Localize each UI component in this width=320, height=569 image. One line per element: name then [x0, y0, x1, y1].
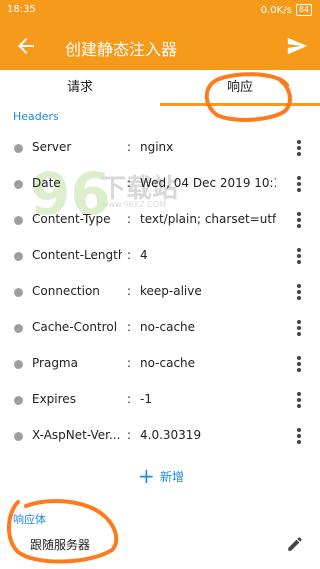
header-row[interactable]: Expires : -1 — [0, 382, 320, 418]
response-body-row[interactable]: 跟随服务器 — [0, 528, 320, 562]
network-speed: 0.0K/s — [260, 4, 292, 16]
header-key: Cache-Control — [32, 320, 118, 334]
separator: : — [127, 212, 132, 226]
header-row[interactable]: Content-Type : text/plain; charset=utf-8 — [0, 202, 320, 238]
more-vert-icon[interactable] — [296, 211, 302, 229]
header-key: Server — [32, 140, 72, 154]
response-body-section-label: 响应体 — [13, 513, 46, 526]
add-header-button[interactable]: + 新增 — [0, 458, 320, 494]
header-row[interactable]: Server : nginx — [0, 130, 320, 166]
more-vert-icon[interactable] — [296, 427, 302, 445]
header-row[interactable]: Cache-Control : no-cache — [0, 310, 320, 346]
separator: : — [127, 428, 132, 442]
more-vert-icon[interactable] — [296, 283, 302, 301]
separator: : — [127, 356, 132, 370]
send-icon[interactable] — [286, 35, 308, 57]
row-dot — [14, 216, 23, 225]
row-dot — [14, 252, 23, 261]
headers-section-label: Headers — [13, 110, 59, 123]
header-key: Expires — [32, 392, 76, 406]
header-key: Content-Length — [32, 248, 122, 262]
header-value: nginx — [140, 140, 174, 154]
header-value: no-cache — [140, 356, 196, 370]
row-dot — [14, 432, 23, 441]
header-key: Connection — [32, 284, 100, 298]
row-dot — [14, 144, 23, 153]
header-value: no-cache — [140, 320, 196, 334]
status-indicators: 0.0K/s 84 — [261, 4, 312, 16]
add-icon: + — [138, 464, 155, 488]
separator: : — [127, 140, 132, 154]
separator: : — [127, 320, 132, 334]
separator: : — [127, 392, 132, 406]
separator: : — [127, 248, 132, 262]
header-key: X-AspNet-Ver... — [32, 428, 121, 442]
header-row[interactable]: Content-Length : 4 — [0, 238, 320, 274]
battery-level: 84 — [295, 4, 312, 16]
more-vert-icon[interactable] — [296, 355, 302, 373]
header-row[interactable]: X-AspNet-Ver... : 4.0.30319 — [0, 418, 320, 454]
status-time: 18:35 — [7, 4, 36, 15]
header-key: Date — [32, 176, 61, 190]
header-value: text/plain; charset=utf-8 — [140, 212, 276, 226]
header-row[interactable]: Connection : keep-alive — [0, 274, 320, 310]
header-value: keep-alive — [140, 284, 202, 298]
tab-request[interactable]: 请求 — [0, 70, 160, 106]
more-vert-icon[interactable] — [296, 247, 302, 265]
row-dot — [14, 360, 23, 369]
header-row[interactable]: Date : Wed, 04 Dec 2019 10:3... — [0, 166, 320, 202]
app-bar: 创建静态注入器 — [0, 22, 320, 70]
more-vert-icon[interactable] — [296, 391, 302, 409]
page-title: 创建静态注入器 — [65, 40, 178, 59]
separator: : — [127, 284, 132, 298]
more-vert-icon[interactable] — [296, 139, 302, 157]
header-value: Wed, 04 Dec 2019 10:3... — [140, 176, 276, 190]
response-body-value: 跟随服务器 — [30, 538, 91, 552]
row-dot — [14, 324, 23, 333]
row-dot — [14, 180, 23, 189]
more-vert-icon[interactable] — [296, 319, 302, 337]
add-header-label: 新增 — [160, 470, 185, 484]
row-dot — [14, 396, 23, 405]
header-value: 4.0.30319 — [140, 428, 202, 442]
edit-pencil-icon[interactable] — [286, 535, 304, 553]
separator: : — [127, 176, 132, 190]
row-dot — [14, 288, 23, 297]
annotation-circle-response-tab — [204, 72, 292, 122]
header-key: Pragma — [32, 356, 78, 370]
header-row[interactable]: Pragma : no-cache — [0, 346, 320, 382]
header-value: -1 — [140, 392, 152, 406]
back-arrow-icon[interactable] — [14, 34, 38, 58]
header-key: Content-Type — [32, 212, 111, 226]
header-value: 4 — [140, 248, 148, 262]
more-vert-icon[interactable] — [296, 175, 302, 193]
status-bar: 18:35 0.0K/s 84 — [0, 0, 320, 22]
